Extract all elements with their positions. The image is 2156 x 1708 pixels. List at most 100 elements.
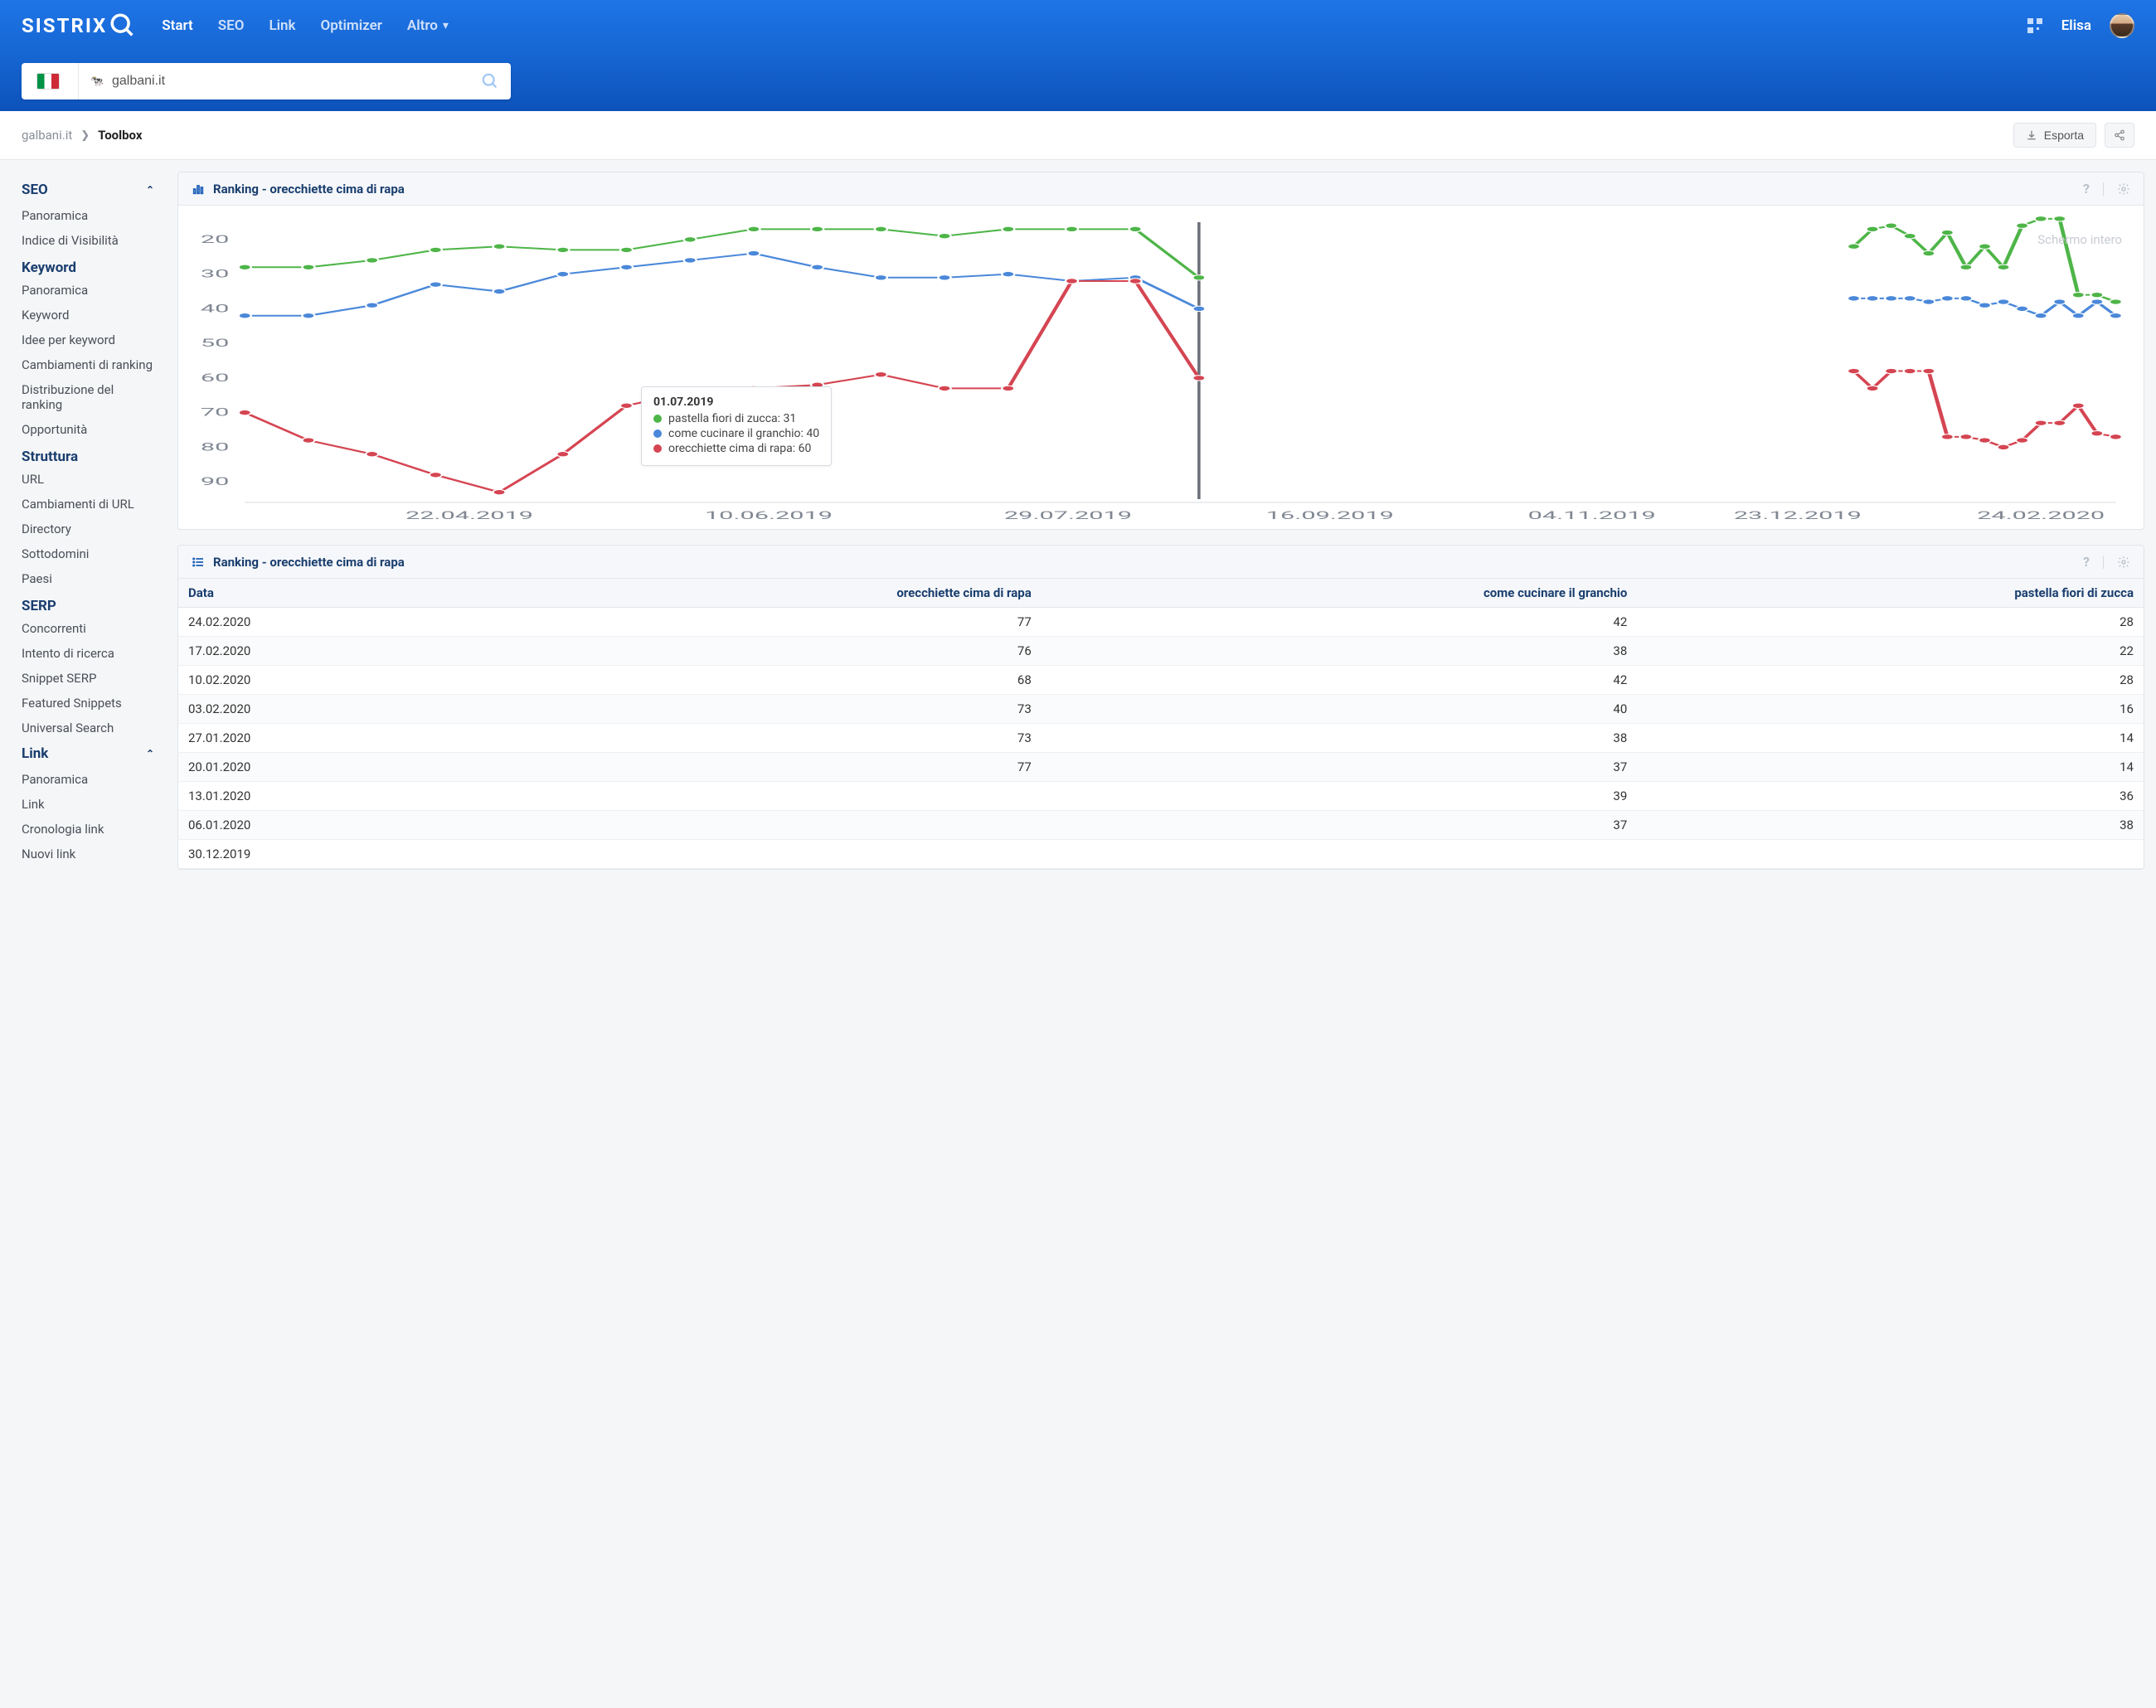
avatar[interactable] [2110, 13, 2134, 38]
apps-icon[interactable] [2027, 17, 2043, 34]
sidebar-item[interactable]: Distribuzione del ranking [22, 377, 154, 417]
share-button[interactable] [2105, 123, 2134, 148]
svg-text:24.02.2020: 24.02.2020 [1977, 509, 2105, 522]
nav-item-start[interactable]: Start [162, 17, 192, 34]
sidebar-item[interactable]: URL [22, 467, 154, 492]
sidebar-item[interactable]: Link [22, 792, 154, 817]
table-header[interactable]: orecchiette cima di rapa [478, 579, 1042, 608]
svg-text:04.11.2019: 04.11.2019 [1528, 509, 1656, 522]
gear-icon[interactable] [2117, 556, 2130, 569]
sidebar-heading: Struttura [22, 442, 154, 467]
table-row: 27.01.2020733814 [178, 724, 2144, 753]
sidebar-item[interactable]: Concorrenti [22, 616, 154, 641]
ranking-table-card: Ranking - orecchiette cima di rapa ? Dat… [177, 545, 2144, 870]
table-cell: 14 [1637, 753, 2144, 782]
table-cell: 28 [1637, 666, 2144, 695]
sidebar: SEO⌃PanoramicaIndice di VisibilitàKeywor… [0, 172, 166, 883]
table-cell: 38 [1042, 637, 1638, 666]
table-cell [1637, 840, 2144, 869]
sidebar-section-link[interactable]: Link⌃ [22, 740, 154, 767]
table-cell: 38 [1042, 724, 1638, 753]
sidebar-item[interactable]: Panoramica [22, 203, 154, 228]
svg-text:90: 90 [201, 475, 229, 488]
chart-icon [192, 182, 205, 196]
ranking-chart-card: Ranking - orecchiette cima di rapa ? Sch… [177, 172, 2144, 530]
sidebar-item[interactable]: Panoramica [22, 278, 154, 303]
sidebar-item[interactable]: Directory [22, 517, 154, 541]
svg-text:70: 70 [201, 405, 229, 418]
breadcrumb-root[interactable]: galbani.it [22, 128, 72, 143]
table-cell: 40 [1042, 695, 1638, 724]
chart-area[interactable]: Schermo intero 203040506070809022.04.201… [178, 206, 2144, 529]
table-cell: 22 [1637, 637, 2144, 666]
country-flag-it[interactable] [36, 73, 60, 90]
sidebar-item[interactable]: Opportunità [22, 417, 154, 442]
breadcrumb-current: Toolbox [98, 128, 142, 143]
table-cell: 77 [478, 753, 1042, 782]
table-cell: 10.02.2020 [178, 666, 478, 695]
sidebar-item[interactable]: Universal Search [22, 716, 154, 740]
sidebar-item[interactable]: Idee per keyword [22, 328, 154, 352]
list-icon [192, 556, 205, 569]
domain-input[interactable] [112, 74, 469, 89]
brand-logo[interactable]: SISTRIX [22, 12, 137, 40]
table-cell: 30.12.2019 [178, 840, 478, 869]
table-cell: 17.02.2020 [178, 637, 478, 666]
table-cell [478, 782, 1042, 811]
table-row: 03.02.2020734016 [178, 695, 2144, 724]
download-icon [2026, 129, 2037, 141]
table-row: 24.02.2020774228 [178, 608, 2144, 637]
sidebar-item[interactable]: Indice di Visibilità [22, 228, 154, 253]
sidebar-item[interactable]: Sottodomini [22, 541, 154, 566]
table-cell [478, 811, 1042, 840]
table-cell [478, 840, 1042, 869]
sidebar-item[interactable]: Intento di ricerca [22, 641, 154, 666]
table-header[interactable]: come cucinare il granchio [1042, 579, 1638, 608]
help-icon[interactable]: ? [2083, 554, 2090, 570]
svg-text:60: 60 [201, 371, 229, 384]
nav-links: Start SEO Link Optimizer Altro ▾ [162, 17, 449, 34]
sidebar-item[interactable]: Nuovi link [22, 842, 154, 866]
sidebar-section-seo[interactable]: SEO⌃ [22, 177, 154, 203]
table-cell: 24.02.2020 [178, 608, 478, 637]
export-label: Esporta [2044, 129, 2084, 142]
chevron-right-icon: ❯ [80, 129, 90, 142]
sidebar-item[interactable]: Paesi [22, 566, 154, 591]
svg-text:80: 80 [201, 440, 229, 453]
fullscreen-label[interactable]: Schermo intero [2037, 232, 2122, 247]
chart-title: Ranking - orecchiette cima di rapa [213, 182, 405, 197]
sidebar-item[interactable]: Panoramica [22, 767, 154, 792]
table-row: 30.12.2019 [178, 840, 2144, 869]
svg-text:16.09.2019: 16.09.2019 [1266, 509, 1394, 522]
sidebar-item[interactable]: Keyword [22, 303, 154, 328]
nav-item-link[interactable]: Link [269, 17, 295, 34]
table-cell: 16 [1637, 695, 2144, 724]
nav-item-optimizer[interactable]: Optimizer [321, 17, 382, 34]
sidebar-item[interactable]: Cronologia link [22, 817, 154, 842]
table-cell: 38 [1637, 811, 2144, 840]
search-icon[interactable] [481, 72, 499, 90]
help-icon[interactable]: ? [2083, 181, 2090, 197]
table-row: 20.01.2020773714 [178, 753, 2144, 782]
share-icon [2114, 129, 2125, 141]
table-header[interactable]: Data [178, 579, 478, 608]
sidebar-item[interactable]: Snippet SERP [22, 666, 154, 691]
chevron-up-icon: ⌃ [146, 184, 154, 196]
chevron-down-icon: ▾ [443, 19, 449, 32]
svg-text:29.07.2019: 29.07.2019 [1004, 509, 1132, 522]
sidebar-item[interactable]: Cambiamenti di URL [22, 492, 154, 517]
table-cell: 27.01.2020 [178, 724, 478, 753]
svg-text:23.12.2019: 23.12.2019 [1734, 509, 1862, 522]
search-logo-icon [109, 12, 137, 40]
export-button[interactable]: Esporta [2013, 123, 2096, 148]
search-bar [0, 51, 2156, 111]
nav-item-altro[interactable]: Altro [407, 17, 438, 34]
sidebar-item[interactable]: Featured Snippets [22, 691, 154, 716]
table-row: 06.01.20203738 [178, 811, 2144, 840]
user-name[interactable]: Elisa [2061, 17, 2091, 34]
gear-icon[interactable] [2117, 182, 2130, 196]
table-header[interactable]: pastella fiori di zucca [1637, 579, 2144, 608]
nav-item-seo[interactable]: SEO [218, 17, 245, 34]
sidebar-item[interactable]: Cambiamenti di ranking [22, 352, 154, 377]
table-cell: 03.02.2020 [178, 695, 478, 724]
